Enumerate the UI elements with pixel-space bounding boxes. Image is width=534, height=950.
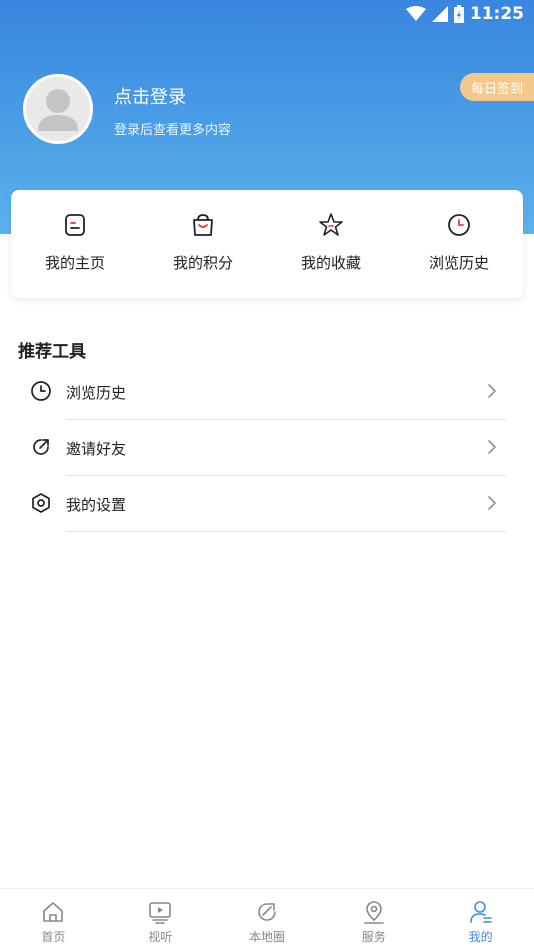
tab-home[interactable]: 首页: [0, 889, 107, 950]
status-bar: 11:25: [0, 0, 534, 30]
quick-action-my-homepage[interactable]: 我的主页: [11, 190, 139, 298]
chevron-right-icon: [488, 440, 496, 454]
tab-label: 首页: [41, 930, 66, 944]
quick-action-label: 浏览历史: [428, 254, 489, 272]
hexagon-settings-icon: [32, 493, 50, 513]
tab-label: 本地圈: [248, 930, 285, 944]
note-icon: [65, 214, 85, 236]
login-title[interactable]: 点击登录: [114, 83, 186, 109]
avatar[interactable]: [23, 74, 93, 144]
tab-services[interactable]: 服务: [320, 889, 427, 950]
tab-local-circle[interactable]: 本地圈: [214, 889, 321, 950]
default-avatar-icon: [38, 89, 78, 131]
daily-signin-button[interactable]: 每日签到: [460, 73, 534, 101]
divider: [66, 531, 506, 532]
share-arrow-icon: [33, 439, 49, 455]
quick-action-label: 我的收藏: [300, 254, 361, 272]
tool-item-browse-history[interactable]: 浏览历史: [0, 364, 534, 420]
tool-item-label: 浏览历史: [66, 384, 127, 402]
quick-action-label: 我的主页: [44, 254, 105, 272]
status-time: 11:25: [469, 4, 524, 24]
wifi-icon: [405, 6, 426, 21]
tab-media[interactable]: 视听: [107, 889, 214, 950]
home-icon: [43, 902, 64, 922]
tool-item-label: 我的设置: [66, 496, 127, 514]
clock-icon: [31, 381, 51, 401]
bottom-tab-bar: 首页 视听 本地圈 服务 我的: [0, 888, 534, 950]
quick-action-browse-history[interactable]: 浏览历史: [395, 190, 523, 298]
tv-icon: [149, 902, 171, 924]
tab-label: 视听: [148, 930, 173, 944]
tab-mine[interactable]: 我的: [427, 889, 534, 950]
chevron-right-icon: [488, 384, 496, 398]
login-subtitle: 登录后查看更多内容: [114, 123, 232, 138]
bag-icon: [193, 214, 213, 236]
user-icon: [469, 901, 492, 923]
quick-action-my-favorites[interactable]: 我的收藏: [267, 190, 395, 298]
quick-action-my-points[interactable]: 我的积分: [139, 190, 267, 298]
tool-list: 浏览历史 邀请好友 我的设置: [0, 364, 534, 532]
tool-item-label: 邀请好友: [66, 440, 127, 458]
signal-icon: [431, 6, 448, 22]
star-icon: [319, 213, 343, 236]
quick-actions-card: 我的主页 我的积分 我的收藏 浏览历史: [11, 190, 523, 298]
clock-icon: [448, 214, 470, 236]
tab-label: 我的: [468, 930, 493, 944]
tool-item-invite-friends[interactable]: 邀请好友: [0, 420, 534, 476]
chevron-right-icon: [488, 496, 496, 510]
battery-icon: [453, 5, 464, 23]
tool-item-my-settings[interactable]: 我的设置: [0, 476, 534, 532]
tools-section-title: 推荐工具: [18, 342, 86, 362]
quick-action-label: 我的积分: [172, 254, 233, 272]
tab-label: 服务: [361, 930, 386, 944]
location-pin-icon: [363, 901, 384, 924]
local-circle-icon: [258, 903, 276, 921]
